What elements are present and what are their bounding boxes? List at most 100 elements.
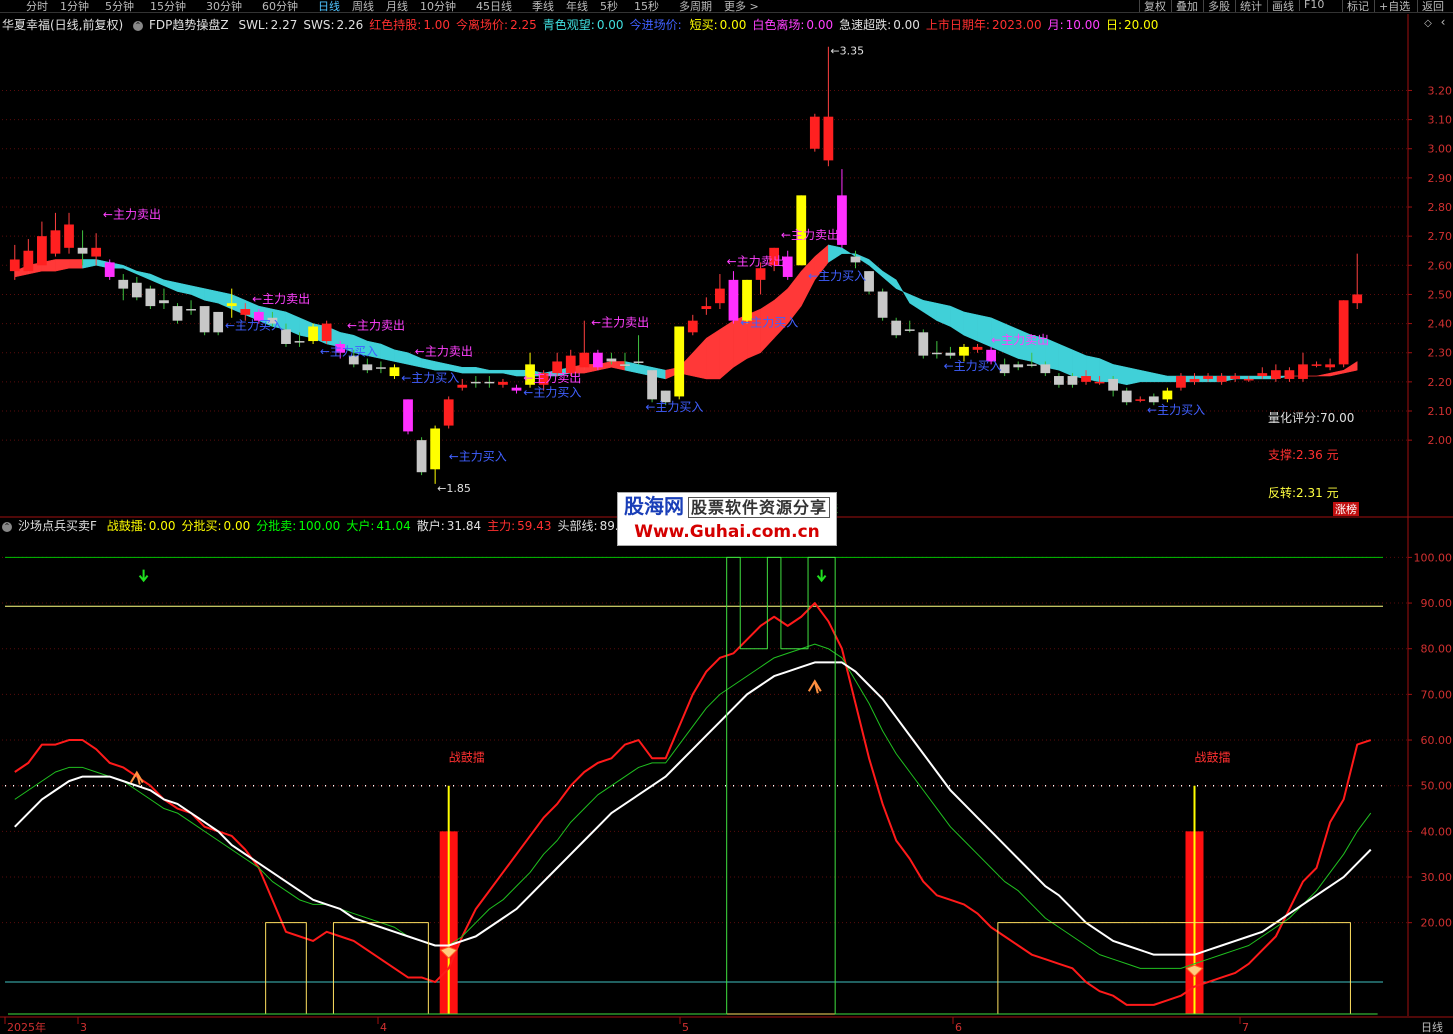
candle-body [687, 320, 698, 333]
indicator-field: 分批买: 0.00 [182, 519, 251, 533]
indicator-field: 主力: 59.43 [487, 519, 551, 533]
indicator-field: 上市日期年: 2023.00 [926, 18, 1042, 32]
indicator-field-value: 0.00 [893, 18, 920, 32]
y-tick-label: 60.00 [1421, 734, 1453, 747]
candle-body [891, 320, 902, 336]
candle-body [403, 399, 413, 432]
period-tab[interactable]: 年线 [566, 0, 588, 12]
candle-body [809, 116, 820, 149]
toolbar-button[interactable]: 标记 [1342, 0, 1369, 12]
signal-annotation: ←主力卖出 [103, 208, 161, 222]
indicator-field: 今进场价: [630, 18, 684, 32]
candle-body [1243, 378, 1254, 381]
period-tab[interactable]: 更多 > [724, 0, 759, 12]
candle-body [931, 352, 942, 355]
trend-band [1126, 366, 1141, 386]
period-tab[interactable]: 月线 [386, 0, 408, 12]
y-tick-label: 2.30 [1428, 347, 1453, 360]
y-tick-label: 80.00 [1421, 643, 1453, 656]
indicator-name[interactable]: FDP趋势操盘Z [149, 18, 229, 32]
bottom-panel-header: ⌃ 沙场点兵买卖F 战鼓擂: 0.00 分批买: 0.00 分批卖: 100.00 大户: 41… [2, 517, 666, 534]
period-tab[interactable]: 15分钟 [150, 0, 186, 12]
candle-body [1257, 373, 1268, 377]
candle-body [755, 268, 766, 280]
toolbar-button[interactable]: 复权 [1139, 0, 1166, 12]
signal-annotation: ←主力卖出 [252, 292, 310, 306]
y-tick-label: 30.00 [1421, 871, 1453, 884]
candle-body [172, 306, 183, 321]
candle-body [1176, 376, 1186, 388]
period-tab[interactable]: 45日线 [476, 0, 512, 12]
candle-body [1311, 364, 1322, 366]
toolbar-button[interactable]: 画线 [1267, 0, 1294, 12]
indicator-field-value: 0.00 [719, 18, 747, 32]
period-tab[interactable]: 15秒 [634, 0, 659, 12]
trend-band [706, 328, 721, 380]
candle-body [77, 247, 88, 254]
collapse-icon[interactable]: ⌃ [133, 20, 144, 31]
y-tick-label: 2.10 [1428, 405, 1453, 418]
period-tab[interactable]: 分时 [26, 0, 48, 12]
candle-body [1298, 364, 1308, 379]
candle-body [443, 399, 454, 426]
candle-body [498, 381, 508, 385]
candle-body [145, 288, 156, 307]
indicator-field-value: 100.00 [298, 519, 341, 533]
candle-body [1067, 376, 1078, 385]
candle-body [1040, 364, 1051, 374]
trend-band [977, 314, 992, 348]
indicator-field-label: 月: [1047, 18, 1064, 32]
period-tab[interactable]: 周线 [352, 0, 374, 12]
candle-body [484, 381, 495, 384]
toolbar-button[interactable]: +自选 [1374, 0, 1410, 12]
indicator-field-value: 2.26 [336, 18, 364, 32]
period-tab[interactable]: 30分钟 [206, 0, 242, 12]
support-price: 支撑:2.36 元 [1268, 447, 1339, 462]
candle-body [1284, 370, 1295, 379]
candle-body [904, 329, 915, 331]
stock-title[interactable]: 华夏幸福(日线,前复权) [2, 18, 123, 32]
candle-body [23, 250, 34, 272]
indicator-name[interactable]: 沙场点兵买卖F [18, 519, 97, 533]
chevron-left-icon: ‹ [1441, 15, 1446, 29]
candle-body [959, 346, 969, 356]
toolbar-button[interactable]: 统计 [1235, 0, 1262, 12]
indicator-field-label: 短买: [689, 18, 718, 32]
period-tab[interactable]: 日线 [318, 0, 340, 12]
rank-badge: 涨榜 [1335, 502, 1357, 516]
toolbar-button[interactable]: 多股 [1203, 0, 1230, 12]
high-price-marker: ←3.35 [830, 45, 864, 58]
indicator-field-label: 散户: [416, 519, 445, 533]
signal-label: 战鼓擂 [1194, 751, 1230, 765]
period-tab[interactable]: 季线 [532, 0, 554, 12]
signal-annotation: ←主力买入 [1147, 403, 1205, 417]
period-tab[interactable]: 5分钟 [105, 0, 134, 12]
y-tick-label: 100.00 [1414, 551, 1453, 564]
period-tab[interactable]: 多周期 [679, 0, 712, 12]
indicator-field-value: 10.00 [1065, 18, 1100, 32]
signal-annotation: ←主力卖出 [591, 315, 649, 329]
period-tab[interactable]: 1分钟 [60, 0, 89, 12]
period-tab[interactable]: 10分钟 [420, 0, 456, 12]
toolbar-button[interactable]: 返回 [1417, 0, 1444, 12]
toolbar-button[interactable]: F10 [1299, 0, 1324, 11]
period-tab[interactable]: 5秒 [600, 0, 618, 12]
candle-body [1108, 378, 1119, 391]
signal-annotation: ←主力买入 [645, 400, 703, 414]
indicator-field-label: 战鼓擂: [106, 519, 147, 533]
reversal-price: 反转:2.31 元 [1268, 485, 1339, 500]
collapse-icon[interactable]: ⌃ [2, 521, 12, 532]
candle-body [199, 306, 210, 333]
candle-body [606, 358, 617, 362]
period-tab[interactable]: 60分钟 [262, 0, 298, 12]
signal-annotation: ←主力买入 [225, 318, 283, 332]
candle-body [1135, 399, 1146, 401]
trend-band [68, 259, 83, 269]
y-tick-label: 3.00 [1428, 143, 1453, 156]
signal-annotation: ←主力买入 [449, 450, 507, 464]
toolbar-button[interactable]: 叠加 [1171, 0, 1198, 12]
candle-body [850, 256, 861, 263]
indicator-field: 散户: 31.84 [417, 519, 481, 533]
indicator-field-label: 今离场价: [456, 18, 509, 32]
candle-body [1094, 381, 1105, 384]
